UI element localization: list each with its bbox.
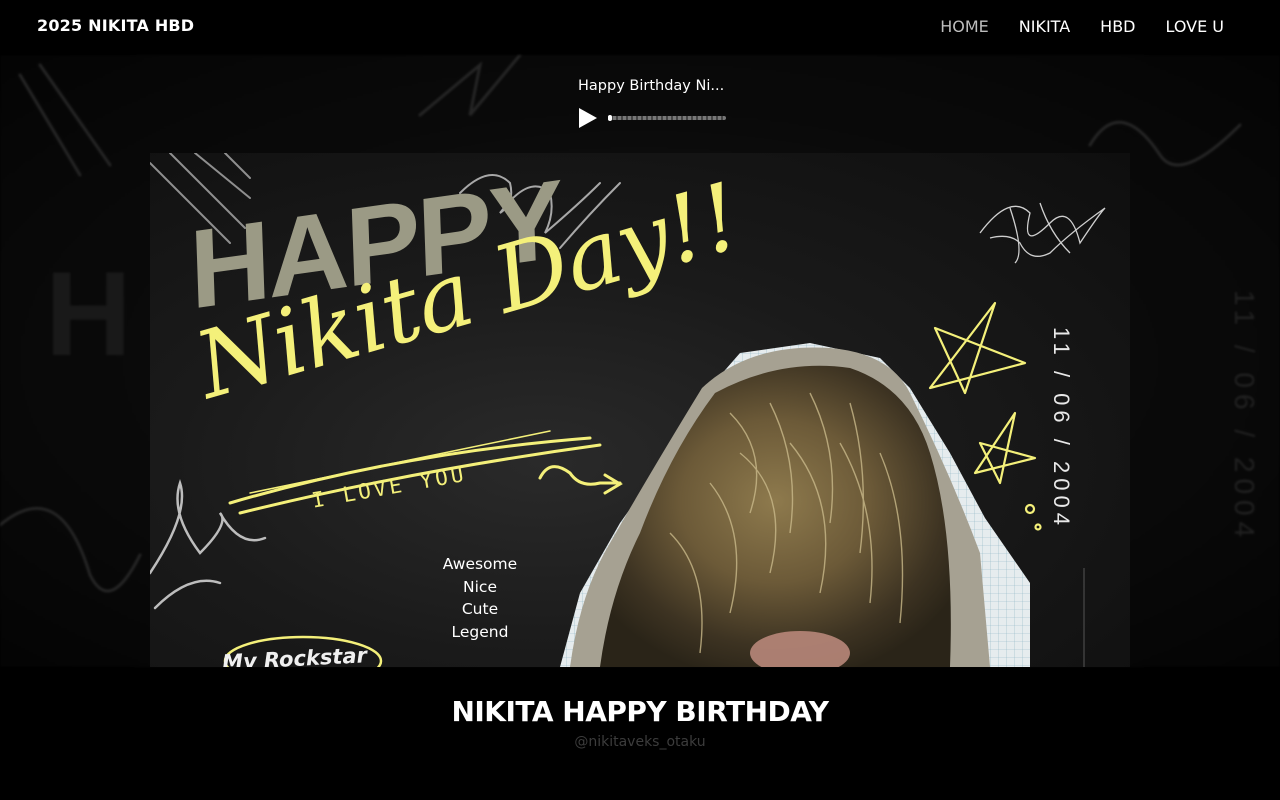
play-icon xyxy=(579,108,597,128)
nav-hbd[interactable]: HBD xyxy=(1100,17,1135,36)
progress-bar[interactable] xyxy=(608,115,726,121)
play-button[interactable] xyxy=(578,108,598,128)
brand-link[interactable]: 2025 NIKITA HBD xyxy=(37,16,194,35)
poster-word-list: Awesome Nice Cute Legend xyxy=(430,553,530,644)
poster-word: Legend xyxy=(451,623,509,642)
poster-word: Nice xyxy=(463,577,497,596)
caption-handle[interactable]: @nikitaveks_otaku xyxy=(0,734,1280,750)
svg-text:H: H xyxy=(45,247,132,381)
poster-word: Cute xyxy=(461,600,499,619)
site-header: 2025 NIKITA HBD HOME NIKITA HBD LOVE U xyxy=(0,0,1280,55)
main-nav: HOME NIKITA HBD LOVE U xyxy=(940,17,1224,36)
svg-text:11 / 06 / 2004: 11 / 06 / 2004 xyxy=(1229,290,1260,543)
player-controls xyxy=(578,108,728,128)
audio-player: Happy Birthday Ni... xyxy=(578,78,728,130)
nav-home[interactable]: HOME xyxy=(940,17,989,36)
caption: NIKITA HAPPY BIRTHDAY @nikitaveks_otaku xyxy=(0,695,1280,750)
poster-date: 11 / 06 / 2004 xyxy=(1049,327,1074,530)
birthday-poster: HAPPY Nikita Day!! I LOVE YOU Awesome Ni… xyxy=(150,153,1130,667)
progress-knob[interactable] xyxy=(608,115,613,121)
page: H 11 / 06 / 2004 2025 NIKITA HBD HOME NI… xyxy=(0,0,1280,800)
nav-nikita[interactable]: NIKITA xyxy=(1019,17,1070,36)
caption-title: NIKITA HAPPY BIRTHDAY xyxy=(451,695,829,728)
track-title: Happy Birthday Ni... xyxy=(578,78,725,94)
nav-love-u[interactable]: LOVE U xyxy=(1165,17,1224,36)
poster-word: Awesome xyxy=(442,555,518,573)
